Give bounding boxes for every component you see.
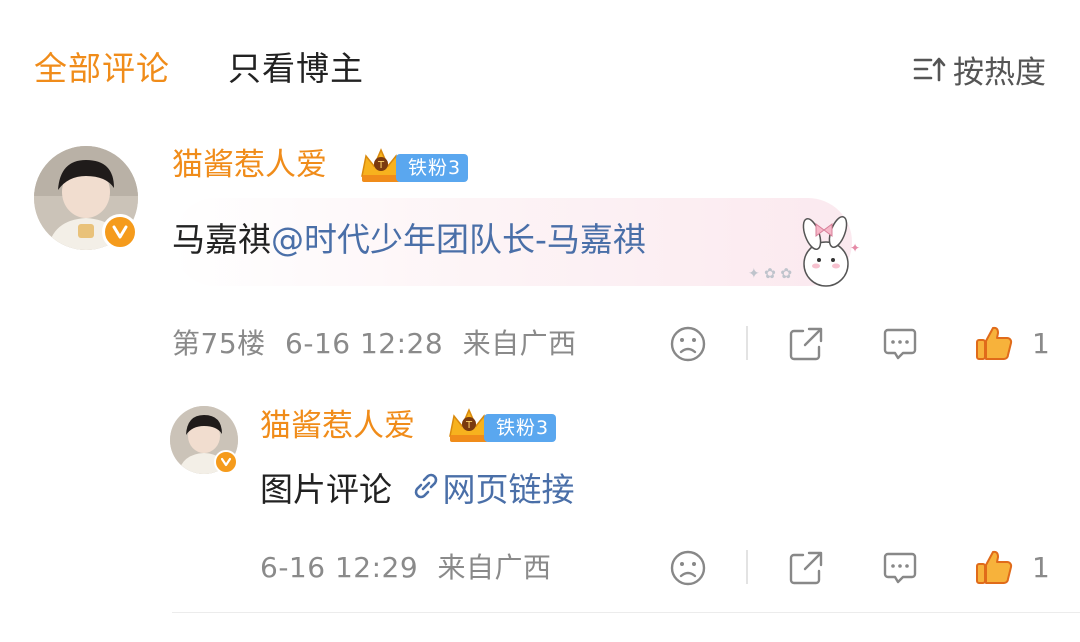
mention-link[interactable]: @时代少年团队长-马嘉祺 xyxy=(271,220,646,259)
verified-v-icon xyxy=(214,450,238,474)
divider xyxy=(746,550,748,584)
divider xyxy=(746,326,748,360)
svg-text:T: T xyxy=(465,420,473,431)
thumbs-up-icon[interactable] xyxy=(974,322,1014,364)
link-icon xyxy=(409,469,443,514)
comment-body: 马嘉祺 xyxy=(172,220,271,259)
comment-location: 来自广西 xyxy=(462,327,577,360)
web-link[interactable]: 网页链接 xyxy=(409,470,575,509)
reply-body: 图片评论 xyxy=(260,470,392,509)
sort-icon xyxy=(913,54,947,84)
svg-text:✦: ✦ xyxy=(850,241,860,255)
reply-text: 图片评论 网页链接 xyxy=(260,468,575,514)
share-icon[interactable] xyxy=(786,324,826,364)
fan-badge-label: 铁粉3 xyxy=(396,154,469,182)
like-count: 1 xyxy=(1032,327,1050,360)
svg-text:T: T xyxy=(377,160,385,171)
divider-line xyxy=(172,612,1080,613)
verified-v-icon xyxy=(102,214,138,250)
username[interactable]: 猫酱惹人爱 xyxy=(172,145,327,185)
sad-face-icon[interactable] xyxy=(668,548,708,588)
tab-all-comments[interactable]: 全部评论 xyxy=(34,48,170,90)
reply-fan-badge[interactable]: T 铁粉3 xyxy=(446,406,557,450)
comment-icon[interactable] xyxy=(880,324,920,364)
floor-number: 第75楼 xyxy=(172,327,266,360)
comment-time: 6-16 12:28 xyxy=(285,327,444,360)
sort-by-hot-button[interactable]: 按热度 xyxy=(913,48,1046,91)
like-count: 1 xyxy=(1032,551,1050,584)
comment-meta: 第75楼 6-16 12:28 来自广西 xyxy=(172,326,577,362)
tab-blogger-only[interactable]: 只看博主 xyxy=(228,48,364,90)
fan-badge[interactable]: T 铁粉3 xyxy=(358,146,469,190)
reply-username[interactable]: 猫酱惹人爱 xyxy=(260,406,415,446)
reply-location: 来自广西 xyxy=(437,551,552,584)
thumbs-up-icon[interactable] xyxy=(974,546,1014,588)
comment-text: 马嘉祺@时代少年团队长-马嘉祺 xyxy=(172,218,646,262)
svg-text:✦ ✿ ✿: ✦ ✿ ✿ xyxy=(748,266,792,282)
reply-time: 6-16 12:29 xyxy=(260,551,419,584)
web-link-label: 网页链接 xyxy=(442,470,575,509)
reply-meta: 6-16 12:29 来自广西 xyxy=(260,550,552,586)
sort-label: 按热度 xyxy=(953,54,1046,91)
share-icon[interactable] xyxy=(786,548,826,588)
bunny-sticker-icon: ✦ ✿ ✿ ✦ xyxy=(746,212,864,296)
fan-badge-label: 铁粉3 xyxy=(484,414,557,442)
sad-face-icon[interactable] xyxy=(668,324,708,364)
comment-icon[interactable] xyxy=(880,548,920,588)
